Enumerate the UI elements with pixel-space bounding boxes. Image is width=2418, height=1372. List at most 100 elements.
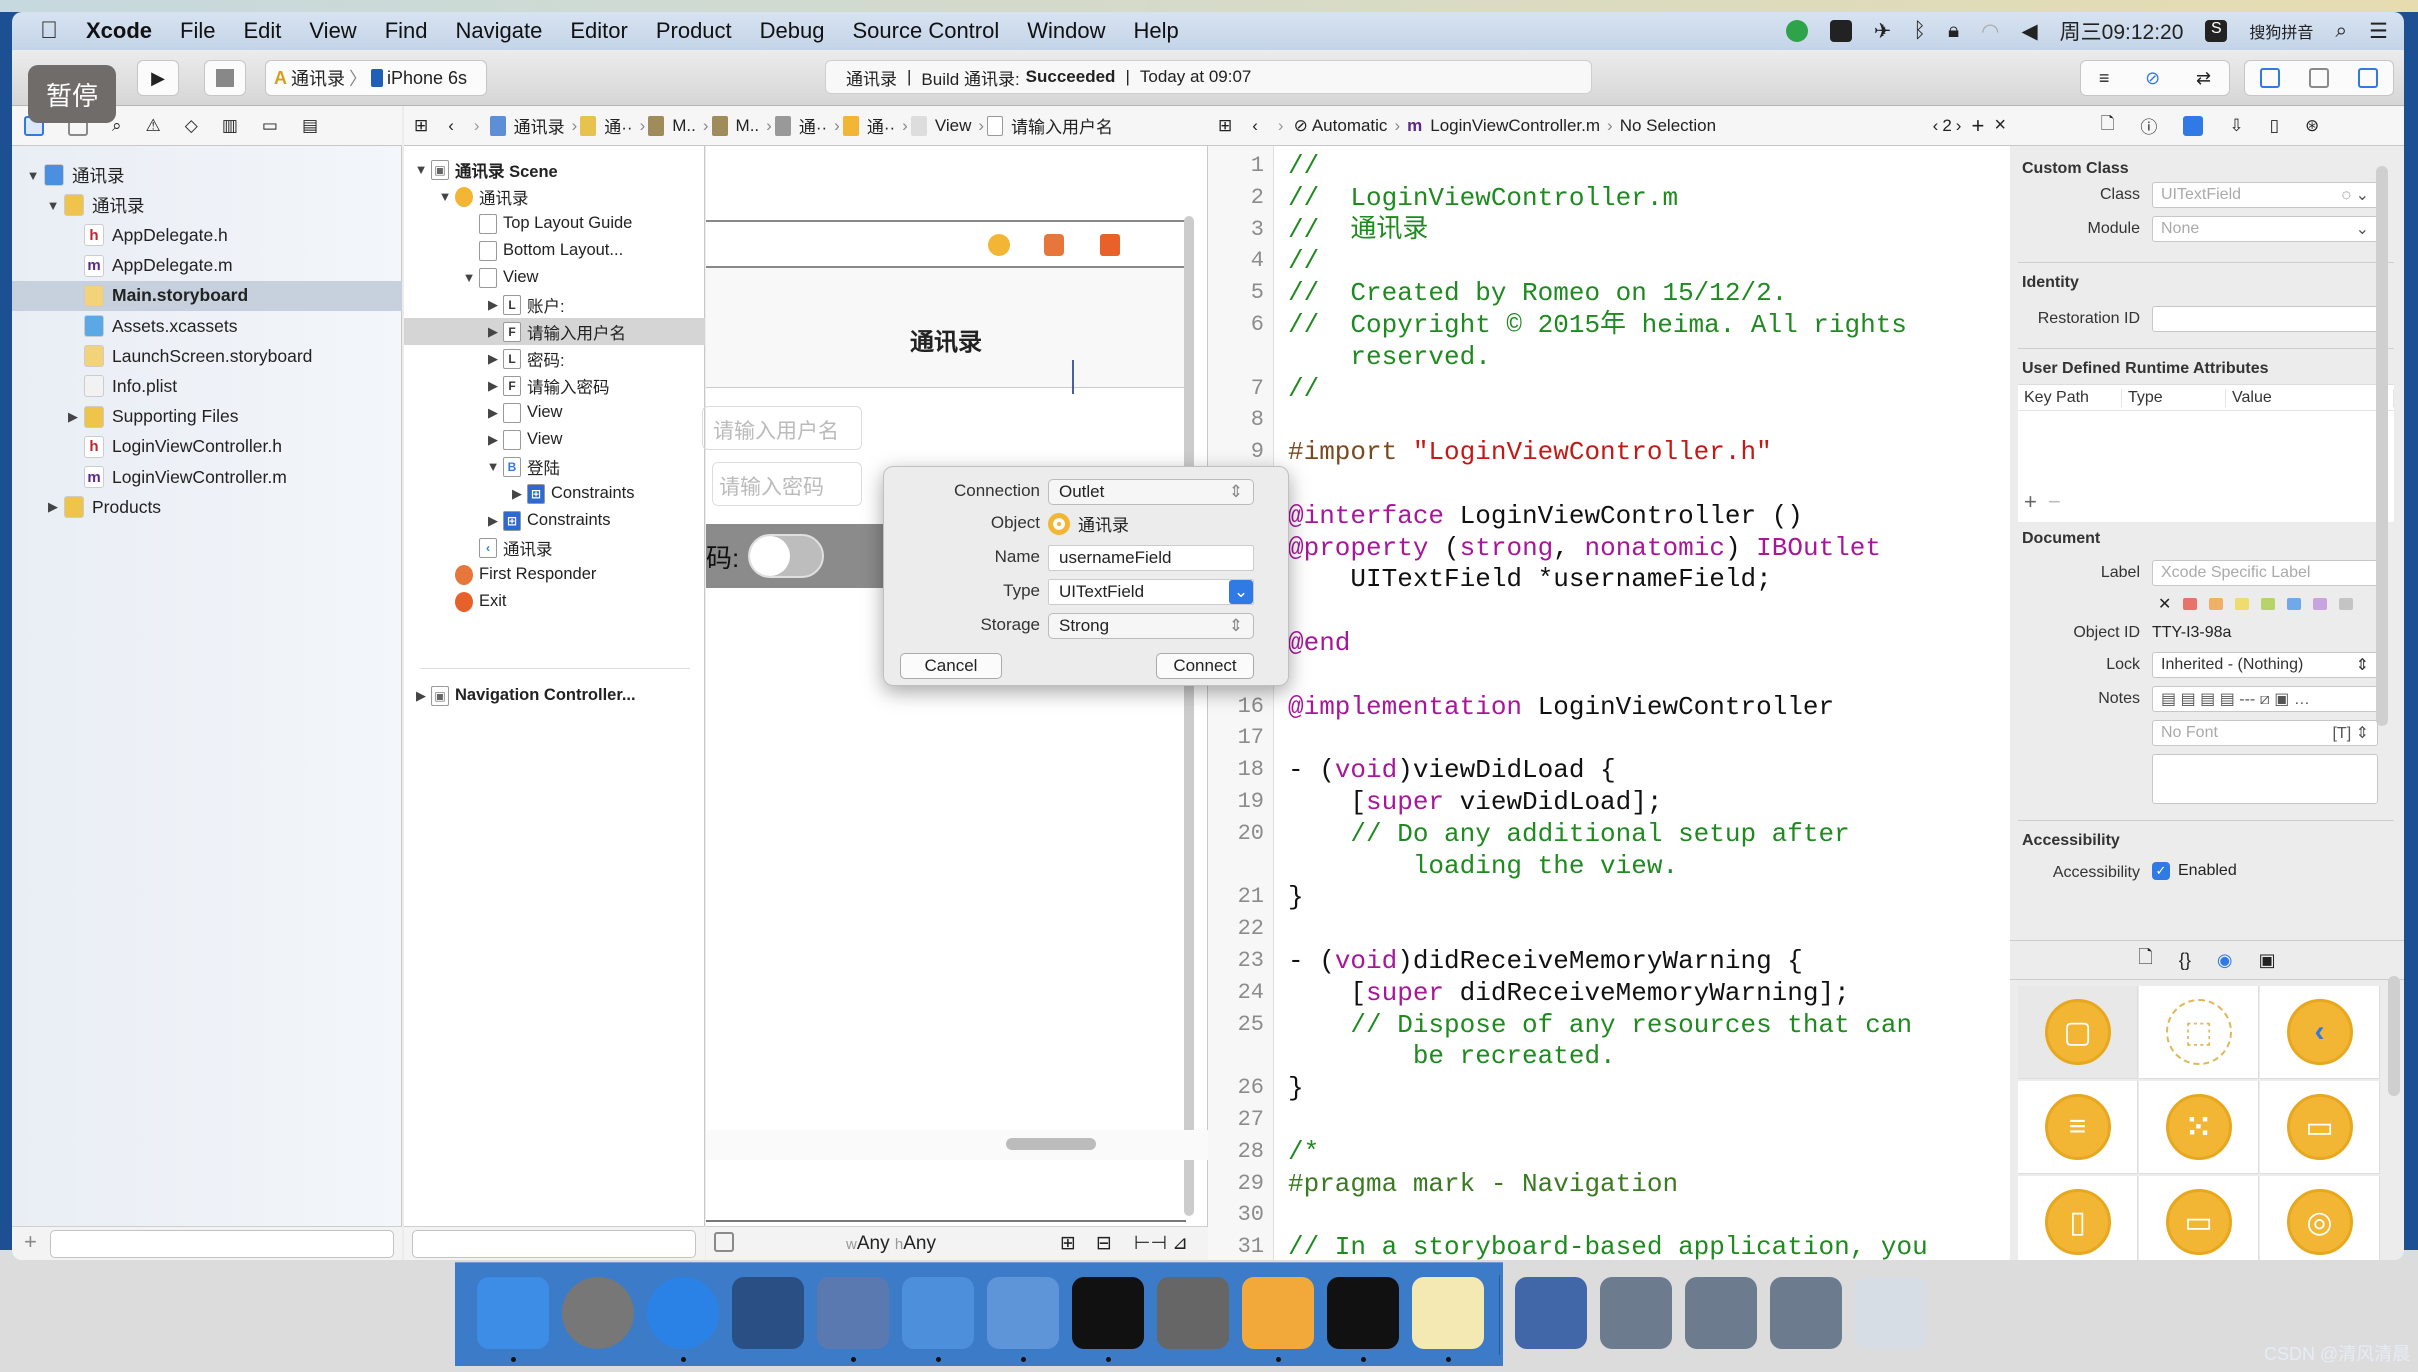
wifi-icon[interactable]: ◠ (1981, 19, 1999, 44)
code-line[interactable]: 13 (1208, 595, 2015, 627)
clear-color-icon[interactable]: ✕ (2158, 594, 2171, 614)
jump-item[interactable]: 通·· (799, 113, 827, 138)
code-line[interactable]: 11@interface LoginViewController () (1208, 500, 2015, 532)
jump-automatic[interactable]: Automatic (1312, 116, 1388, 136)
menu-find[interactable]: Find (385, 18, 428, 44)
editor-mode-control[interactable]: ≡ ⊘ ⇄ (2080, 60, 2230, 96)
disclosure-closed-icon[interactable]: ▶ (414, 688, 428, 704)
navigator-item[interactable]: Main.storyboard (12, 280, 402, 311)
code-line[interactable]: 22 (1208, 913, 2015, 945)
jump-file[interactable]: LoginViewController.m (1430, 116, 1600, 136)
code-line[interactable]: 4 // (1208, 245, 2015, 277)
navigator-item[interactable]: h AppDelegate.h (12, 220, 402, 250)
report-navigator-icon[interactable]: ▤ (302, 116, 318, 136)
column-header[interactable]: Value (2226, 388, 2394, 407)
disclosure-closed-icon[interactable]: ▶ (46, 499, 60, 515)
label-color-swatch[interactable] (2261, 598, 2276, 610)
label-color-swatch[interactable] (2183, 598, 2198, 610)
outline-item[interactable]: Bottom Layout... (404, 237, 705, 264)
first-responder-icon[interactable] (1044, 234, 1064, 256)
navigator-item[interactable]: Assets.xcassets (12, 311, 402, 341)
storage-popup[interactable]: Strong ⇕ (1048, 613, 1254, 639)
code-line[interactable]: 8 (1208, 404, 2015, 436)
issue-navigator-icon[interactable]: ⚠ (146, 116, 161, 136)
code-line[interactable]: 24 [super didReceiveMemoryWarning]; (1208, 977, 2015, 1009)
connection-popup[interactable]: Outlet ⇕ (1048, 479, 1254, 505)
code-line[interactable]: 10 (1208, 468, 2015, 500)
dock-simulator-icon[interactable] (987, 1277, 1059, 1349)
password-field[interactable]: 请输入密码 (712, 462, 862, 506)
code-line[interactable]: 21} (1208, 881, 2015, 913)
code-line[interactable]: 2 // LoginViewController.m (1208, 182, 2015, 214)
outline-item[interactable]: ▼ View (404, 264, 705, 291)
notes-font-field[interactable]: No Font [T] ⇕ (2152, 720, 2378, 746)
library-item-storyboard-reference[interactable]: ⬚ (2139, 986, 2259, 1079)
disclosure-open-icon[interactable]: ▼ (414, 162, 428, 177)
jump-item[interactable]: M.. (736, 116, 760, 136)
outline-item[interactable]: ▶ View (404, 426, 705, 453)
library-item-collection-view-controller[interactable]: ⁙ (2139, 1081, 2259, 1174)
size-class-selector[interactable]: wAny hAny (846, 1233, 936, 1255)
doc-label-field[interactable]: Xcode Specific Label (2152, 560, 2378, 586)
next-counterpart-icon[interactable]: › (1956, 116, 1962, 136)
jump-item[interactable]: 通·· (604, 113, 632, 138)
disclosure-open-icon[interactable]: ▼ (46, 198, 60, 213)
menu-editor[interactable]: Editor (570, 18, 627, 44)
label-color-swatch[interactable] (2209, 598, 2224, 610)
volume-icon[interactable]: ◀ (2021, 19, 2037, 44)
code-line[interactable]: 20 // Do any additional setup after (1208, 818, 2015, 850)
back-icon[interactable]: ‹ (1252, 116, 1258, 136)
exit-icon[interactable] (1100, 234, 1120, 256)
library-item-table-view-controller[interactable]: ≡ (2018, 1081, 2138, 1174)
outline-item[interactable]: ▶ F 请输入用户名 (404, 318, 705, 345)
code-line[interactable]: 6 // Copyright © 2015年 heima. All rights (1208, 309, 2015, 341)
library-item-glkit-view-controller[interactable]: ▭ (2139, 1176, 2259, 1260)
show-outline-icon[interactable] (714, 1232, 734, 1252)
menu-app[interactable]: Xcode (86, 18, 152, 44)
code-line[interactable]: 29 #pragma mark - Navigation (1208, 1168, 2015, 1200)
disclosure-open-icon[interactable]: ▼ (26, 168, 40, 183)
class-field[interactable]: UITextField ◌ ⌄ (2152, 182, 2378, 208)
outline-item[interactable]: First Responder (404, 561, 705, 588)
identity-inspector-icon[interactable] (2183, 115, 2204, 136)
code-line[interactable]: 3 // 通讯录 (1208, 214, 2015, 246)
airplane-icon[interactable]: ✈ (1874, 19, 1892, 44)
disclosure-open-icon[interactable]: ▼ (438, 189, 452, 204)
code-editor[interactable]: 1 // 2 // LoginViewController.m 3 // 通讯录 4 // 5 /… (1208, 146, 2016, 1260)
dock-safari-icon[interactable] (647, 1277, 719, 1349)
code-line[interactable]: 16 @implementation LoginViewController (1208, 691, 2015, 723)
menu-navigate[interactable]: Navigate (456, 18, 543, 44)
remember-switch[interactable] (748, 534, 824, 578)
standard-editor-icon[interactable]: ≡ (2099, 68, 2110, 89)
disclosure-closed-icon[interactable]: ▶ (510, 486, 524, 502)
disclosure-closed-icon[interactable]: ▶ (486, 513, 500, 529)
outline-item[interactable]: ▶ L 账户: (404, 291, 705, 318)
type-combo[interactable]: UITextField ⌄ (1048, 579, 1254, 605)
run-button[interactable]: ▶ (137, 60, 179, 96)
library-item-avkit-player-view-controller[interactable]: ◎ (2260, 1176, 2380, 1260)
jump-item[interactable]: 通·· (867, 113, 895, 138)
outline-item[interactable]: ▼ ▣ 通讯录 Scene (404, 156, 705, 183)
notes-text-area[interactable] (2152, 754, 2378, 804)
sogou-icon[interactable]: S (2205, 20, 2228, 42)
column-header[interactable]: Key Path (2018, 388, 2122, 407)
code-line[interactable]: 17 (1208, 722, 2015, 754)
related-items-icon[interactable]: ⊞ (1218, 116, 1232, 136)
pin-icon[interactable]: ⊢⊣ (1134, 1232, 1167, 1255)
outline-item[interactable]: ▶ ▣ Navigation Controller... (404, 682, 705, 709)
label-color-swatch[interactable] (2235, 598, 2250, 610)
resolve-issues-icon[interactable]: ⊿ (1172, 1232, 1188, 1255)
notes-format-bar[interactable]: ▤ ▤ ▤ ▤ --- ⧄ ▣ … (2152, 686, 2378, 712)
outline-item[interactable]: Top Layout Guide (404, 210, 705, 237)
code-line[interactable]: be recreated. (1208, 1040, 2015, 1072)
menu-product[interactable]: Product (656, 18, 732, 44)
disclosure-closed-icon[interactable]: ▶ (66, 409, 80, 425)
library-item-page-view-controller[interactable]: ▯ (2018, 1176, 2138, 1260)
dock-finder-icon[interactable] (477, 1277, 549, 1349)
menu-help[interactable]: Help (1134, 18, 1179, 44)
font-picker-icon[interactable]: [T] ⇕ (2332, 723, 2369, 743)
navigator-item[interactable]: ▶ Products (12, 492, 402, 522)
dock-sketch-icon[interactable] (1242, 1277, 1314, 1349)
scheme-selector[interactable]: A 通讯录 〉 iPhone 6s (265, 60, 487, 96)
navigator-item[interactable]: ▶ Supporting Files (12, 402, 402, 432)
